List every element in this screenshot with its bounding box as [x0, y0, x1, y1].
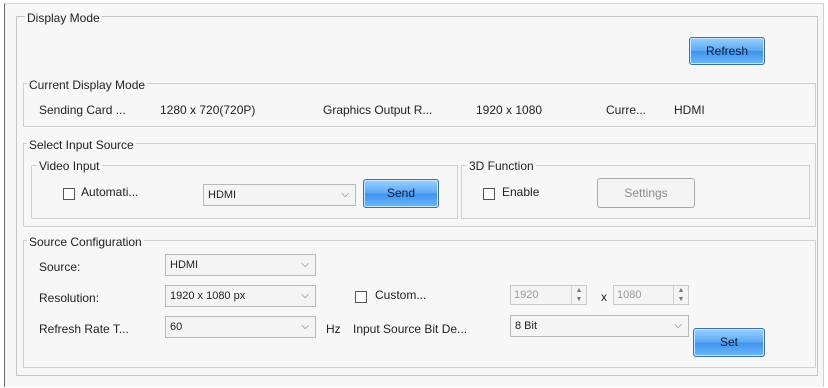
width-value: 1920: [514, 289, 539, 301]
auto-label: Automati...: [81, 185, 139, 199]
resolution-value: 1920 x 1080 px: [170, 290, 246, 302]
enable-3d-checkbox[interactable]: [483, 188, 495, 200]
dimension-x-label: x: [601, 290, 607, 304]
graphics-output-value: 1920 x 1080: [476, 103, 543, 117]
refresh-rate-label: Refresh Rate T...: [39, 322, 129, 336]
display-mode-title: Display Mode: [25, 11, 102, 25]
source-value: HDMI: [170, 259, 199, 271]
source-configuration-title: Source Configuration: [27, 235, 144, 249]
sending-card-value: 1280 x 720(720P): [160, 103, 256, 117]
chevron-down-icon: ⌵: [674, 320, 682, 331]
video-source-value: HDMI: [208, 189, 237, 201]
custom-label: Custom...: [375, 288, 427, 302]
chevron-down-icon: ⌵: [301, 321, 309, 332]
resolution-label: Resolution:: [39, 291, 100, 305]
3d-function-title: 3D Function: [467, 159, 536, 173]
refresh-rate-value: 60: [170, 321, 183, 333]
display-window: Display Mode Refresh Current Display Mod…: [4, 3, 824, 387]
enable-3d-label: Enable: [502, 185, 540, 199]
width-spinbox[interactable]: 1920 ▲ ▼: [510, 285, 587, 305]
bit-depth-select[interactable]: 8 Bit ⌵: [510, 315, 689, 337]
video-input-title: Video Input: [37, 159, 102, 173]
height-value: 1080: [617, 289, 642, 301]
auto-checkbox[interactable]: [63, 188, 75, 200]
resolution-select[interactable]: 1920 x 1080 px ⌵: [165, 285, 316, 307]
graphics-output-label: Graphics Output R...: [323, 103, 433, 117]
select-input-source-title: Select Input Source: [27, 138, 136, 152]
settings-button[interactable]: Settings: [597, 178, 695, 208]
chevron-down-icon: ⌵: [341, 189, 349, 200]
height-spinbox[interactable]: 1080 ▲ ▼: [613, 285, 689, 305]
video-source-select[interactable]: HDMI ⌵: [203, 184, 356, 206]
bit-depth-label: Input Source Bit De...: [353, 322, 468, 336]
refresh-rate-select[interactable]: 60 ⌵: [165, 316, 316, 338]
chevron-down-icon: ⌵: [301, 290, 309, 301]
hz-label: Hz: [326, 322, 341, 336]
set-button[interactable]: Set: [693, 328, 765, 357]
spin-arrows-icon[interactable]: ▲ ▼: [673, 286, 688, 304]
bit-depth-value: 8 Bit: [515, 320, 538, 332]
send-button[interactable]: Send: [363, 179, 439, 208]
spin-arrows-icon[interactable]: ▲ ▼: [571, 286, 586, 304]
current-source-label: Curre...: [606, 103, 647, 117]
sending-card-label: Sending Card ...: [39, 103, 126, 117]
custom-checkbox[interactable]: [355, 291, 367, 303]
current-source-value: HDMI: [674, 103, 705, 117]
source-select[interactable]: HDMI ⌵: [165, 254, 316, 276]
current-display-mode-title: Current Display Mode: [27, 78, 148, 92]
source-label: Source:: [39, 260, 81, 274]
refresh-button[interactable]: Refresh: [689, 37, 765, 65]
chevron-down-icon: ⌵: [301, 259, 309, 270]
